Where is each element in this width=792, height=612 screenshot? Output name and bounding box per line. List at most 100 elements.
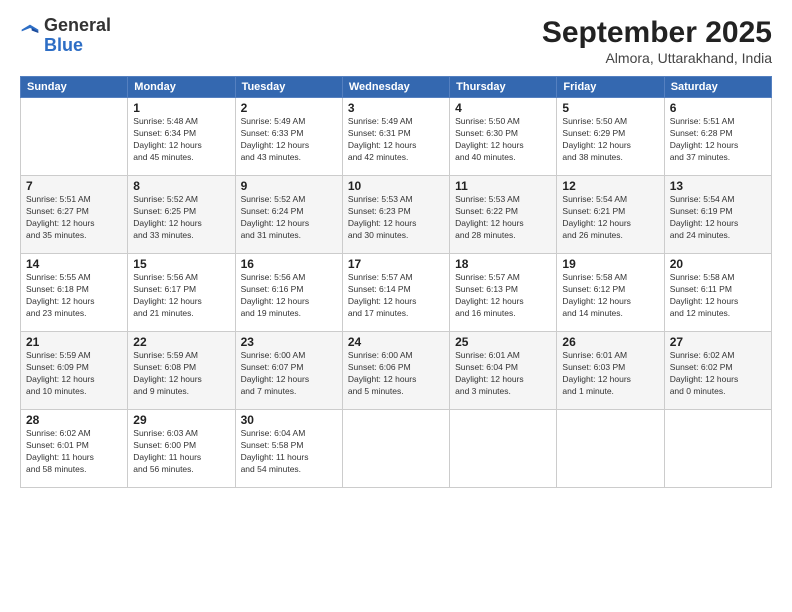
calendar-table: Sunday Monday Tuesday Wednesday Thursday… <box>20 76 772 488</box>
month-title: September 2025 <box>542 16 772 50</box>
calendar-week-1: 1Sunrise: 5:48 AMSunset: 6:34 PMDaylight… <box>21 98 772 176</box>
calendar-cell <box>342 410 449 488</box>
calendar-cell: 30Sunrise: 6:04 AMSunset: 5:58 PMDayligh… <box>235 410 342 488</box>
location: Almora, Uttarakhand, India <box>542 50 772 66</box>
col-wednesday: Wednesday <box>342 77 449 98</box>
calendar-cell: 14Sunrise: 5:55 AMSunset: 6:18 PMDayligh… <box>21 254 128 332</box>
day-info: Sunrise: 5:51 AMSunset: 6:27 PMDaylight:… <box>26 194 122 242</box>
day-number: 17 <box>348 257 444 271</box>
calendar-week-5: 28Sunrise: 6:02 AMSunset: 6:01 PMDayligh… <box>21 410 772 488</box>
day-info: Sunrise: 5:58 AMSunset: 6:11 PMDaylight:… <box>670 272 766 320</box>
calendar-cell: 22Sunrise: 5:59 AMSunset: 6:08 PMDayligh… <box>128 332 235 410</box>
day-number: 26 <box>562 335 658 349</box>
day-info: Sunrise: 6:04 AMSunset: 5:58 PMDaylight:… <box>241 428 337 476</box>
day-number: 20 <box>670 257 766 271</box>
logo-general-text: General <box>44 15 111 35</box>
calendar-cell <box>664 410 771 488</box>
day-info: Sunrise: 5:56 AMSunset: 6:16 PMDaylight:… <box>241 272 337 320</box>
day-info: Sunrise: 5:50 AMSunset: 6:29 PMDaylight:… <box>562 116 658 164</box>
calendar-cell: 10Sunrise: 5:53 AMSunset: 6:23 PMDayligh… <box>342 176 449 254</box>
day-number: 23 <box>241 335 337 349</box>
day-info: Sunrise: 5:53 AMSunset: 6:23 PMDaylight:… <box>348 194 444 242</box>
calendar-cell: 9Sunrise: 5:52 AMSunset: 6:24 PMDaylight… <box>235 176 342 254</box>
day-info: Sunrise: 6:00 AMSunset: 6:07 PMDaylight:… <box>241 350 337 398</box>
day-number: 16 <box>241 257 337 271</box>
day-info: Sunrise: 5:49 AMSunset: 6:31 PMDaylight:… <box>348 116 444 164</box>
day-info: Sunrise: 5:56 AMSunset: 6:17 PMDaylight:… <box>133 272 229 320</box>
calendar-cell: 18Sunrise: 5:57 AMSunset: 6:13 PMDayligh… <box>450 254 557 332</box>
calendar-cell: 7Sunrise: 5:51 AMSunset: 6:27 PMDaylight… <box>21 176 128 254</box>
calendar-cell: 23Sunrise: 6:00 AMSunset: 6:07 PMDayligh… <box>235 332 342 410</box>
logo-icon <box>20 23 40 43</box>
day-number: 7 <box>26 179 122 193</box>
day-number: 29 <box>133 413 229 427</box>
calendar-cell: 5Sunrise: 5:50 AMSunset: 6:29 PMDaylight… <box>557 98 664 176</box>
day-info: Sunrise: 5:52 AMSunset: 6:24 PMDaylight:… <box>241 194 337 242</box>
day-number: 1 <box>133 101 229 115</box>
day-number: 30 <box>241 413 337 427</box>
day-info: Sunrise: 5:57 AMSunset: 6:14 PMDaylight:… <box>348 272 444 320</box>
day-info: Sunrise: 6:02 AMSunset: 6:02 PMDaylight:… <box>670 350 766 398</box>
day-info: Sunrise: 5:51 AMSunset: 6:28 PMDaylight:… <box>670 116 766 164</box>
col-friday: Friday <box>557 77 664 98</box>
calendar-cell: 27Sunrise: 6:02 AMSunset: 6:02 PMDayligh… <box>664 332 771 410</box>
col-thursday: Thursday <box>450 77 557 98</box>
day-info: Sunrise: 5:48 AMSunset: 6:34 PMDaylight:… <box>133 116 229 164</box>
day-info: Sunrise: 5:54 AMSunset: 6:19 PMDaylight:… <box>670 194 766 242</box>
day-info: Sunrise: 5:53 AMSunset: 6:22 PMDaylight:… <box>455 194 551 242</box>
day-info: Sunrise: 6:01 AMSunset: 6:03 PMDaylight:… <box>562 350 658 398</box>
day-info: Sunrise: 6:03 AMSunset: 6:00 PMDaylight:… <box>133 428 229 476</box>
calendar-cell <box>557 410 664 488</box>
calendar-cell: 25Sunrise: 6:01 AMSunset: 6:04 PMDayligh… <box>450 332 557 410</box>
calendar-cell: 21Sunrise: 5:59 AMSunset: 6:09 PMDayligh… <box>21 332 128 410</box>
calendar-cell: 26Sunrise: 6:01 AMSunset: 6:03 PMDayligh… <box>557 332 664 410</box>
day-number: 11 <box>455 179 551 193</box>
calendar-cell: 2Sunrise: 5:49 AMSunset: 6:33 PMDaylight… <box>235 98 342 176</box>
day-number: 25 <box>455 335 551 349</box>
calendar-cell: 16Sunrise: 5:56 AMSunset: 6:16 PMDayligh… <box>235 254 342 332</box>
calendar-cell <box>21 98 128 176</box>
day-number: 12 <box>562 179 658 193</box>
calendar-cell: 12Sunrise: 5:54 AMSunset: 6:21 PMDayligh… <box>557 176 664 254</box>
day-number: 2 <box>241 101 337 115</box>
day-number: 21 <box>26 335 122 349</box>
day-number: 9 <box>241 179 337 193</box>
col-saturday: Saturday <box>664 77 771 98</box>
day-info: Sunrise: 5:54 AMSunset: 6:21 PMDaylight:… <box>562 194 658 242</box>
logo: General Blue <box>20 16 111 56</box>
day-info: Sunrise: 5:50 AMSunset: 6:30 PMDaylight:… <box>455 116 551 164</box>
day-number: 22 <box>133 335 229 349</box>
calendar-cell: 4Sunrise: 5:50 AMSunset: 6:30 PMDaylight… <box>450 98 557 176</box>
day-number: 14 <box>26 257 122 271</box>
calendar-cell: 24Sunrise: 6:00 AMSunset: 6:06 PMDayligh… <box>342 332 449 410</box>
col-tuesday: Tuesday <box>235 77 342 98</box>
day-info: Sunrise: 5:52 AMSunset: 6:25 PMDaylight:… <box>133 194 229 242</box>
day-number: 24 <box>348 335 444 349</box>
day-info: Sunrise: 5:58 AMSunset: 6:12 PMDaylight:… <box>562 272 658 320</box>
calendar-cell: 17Sunrise: 5:57 AMSunset: 6:14 PMDayligh… <box>342 254 449 332</box>
day-number: 18 <box>455 257 551 271</box>
day-number: 5 <box>562 101 658 115</box>
col-monday: Monday <box>128 77 235 98</box>
day-number: 28 <box>26 413 122 427</box>
day-number: 6 <box>670 101 766 115</box>
day-info: Sunrise: 6:02 AMSunset: 6:01 PMDaylight:… <box>26 428 122 476</box>
page: General Blue September 2025 Almora, Utta… <box>0 0 792 612</box>
title-block: September 2025 Almora, Uttarakhand, Indi… <box>542 16 772 66</box>
calendar-cell: 3Sunrise: 5:49 AMSunset: 6:31 PMDaylight… <box>342 98 449 176</box>
day-info: Sunrise: 5:55 AMSunset: 6:18 PMDaylight:… <box>26 272 122 320</box>
calendar-week-3: 14Sunrise: 5:55 AMSunset: 6:18 PMDayligh… <box>21 254 772 332</box>
day-number: 3 <box>348 101 444 115</box>
day-info: Sunrise: 6:00 AMSunset: 6:06 PMDaylight:… <box>348 350 444 398</box>
calendar-cell: 11Sunrise: 5:53 AMSunset: 6:22 PMDayligh… <box>450 176 557 254</box>
calendar-cell: 29Sunrise: 6:03 AMSunset: 6:00 PMDayligh… <box>128 410 235 488</box>
calendar-cell: 6Sunrise: 5:51 AMSunset: 6:28 PMDaylight… <box>664 98 771 176</box>
calendar-cell: 13Sunrise: 5:54 AMSunset: 6:19 PMDayligh… <box>664 176 771 254</box>
logo-blue-text: Blue <box>44 35 83 55</box>
calendar-week-2: 7Sunrise: 5:51 AMSunset: 6:27 PMDaylight… <box>21 176 772 254</box>
day-info: Sunrise: 5:59 AMSunset: 6:08 PMDaylight:… <box>133 350 229 398</box>
day-info: Sunrise: 6:01 AMSunset: 6:04 PMDaylight:… <box>455 350 551 398</box>
day-number: 19 <box>562 257 658 271</box>
day-number: 13 <box>670 179 766 193</box>
day-number: 27 <box>670 335 766 349</box>
